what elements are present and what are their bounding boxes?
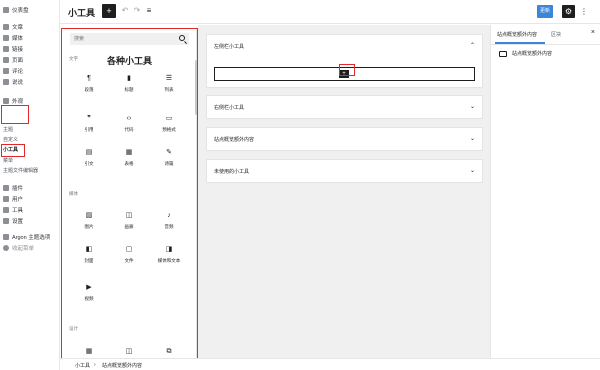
menu-dashboard[interactable]: 仪表盘	[3, 5, 29, 15]
menu-tools[interactable]: 工具	[3, 205, 23, 215]
widget-area-right-sidebar[interactable]: 右侧栏小工具 ⌄	[206, 95, 483, 119]
settings-sidebar: 站点概览额外内容 区块 × 站点概览额外内容	[490, 25, 600, 358]
admin-sidebar: 仪表盘 文章 媒体 链接 页面 评论 说说 外观 主题 自定义 小工具 菜单 主…	[0, 0, 60, 370]
submenu-customize[interactable]: 自定义	[3, 136, 18, 144]
tab-widget-area[interactable]: 站点概览额外内容	[497, 31, 537, 38]
tab-block[interactable]: 区块	[551, 31, 561, 38]
menu-comments[interactable]: 评论	[3, 66, 23, 76]
breadcrumb-current[interactable]: 站点概览额外内容	[102, 362, 142, 369]
widget-area-site-overview[interactable]: 站点概览额外内容 ⌄	[206, 127, 483, 151]
block-inserter-toggle[interactable]: +	[102, 4, 116, 18]
list-view-icon[interactable]: ≡	[144, 6, 154, 16]
dashboard-icon	[3, 7, 9, 13]
update-button[interactable]: 更新	[537, 5, 553, 18]
menu-talk[interactable]: 说说	[3, 77, 23, 87]
breadcrumb-separator: ›	[94, 362, 96, 368]
gear-icon	[3, 234, 9, 240]
wrench-icon	[3, 207, 9, 213]
menu-pages[interactable]: 页面	[3, 55, 23, 65]
menu-links[interactable]: 链接	[3, 44, 23, 54]
chevron-down-icon[interactable]: ⌄	[470, 103, 475, 110]
link-icon	[3, 46, 9, 52]
widget-area-title: 站点概览额外内容	[214, 137, 255, 143]
block-card: 站点概览额外内容	[499, 50, 552, 57]
chevron-up-icon[interactable]: ⌃	[470, 42, 475, 49]
submenu-menus[interactable]: 菜单	[3, 157, 13, 165]
widget-area-icon	[499, 50, 507, 57]
menu-collapse[interactable]: 收起菜单	[3, 243, 34, 253]
menu-media[interactable]: 媒体	[3, 33, 23, 43]
more-options-icon[interactable]: ⋮	[580, 5, 588, 18]
page-title: 小工具	[68, 8, 96, 18]
widget-area-left-sidebar[interactable]: 左侧栏小工具 ⌃ +	[206, 34, 483, 88]
highlight-appearance	[1, 105, 29, 124]
plugin-icon	[3, 185, 9, 191]
widget-area-title: 右侧栏小工具	[214, 105, 245, 111]
brush-icon	[3, 98, 9, 104]
menu-settings[interactable]: 设置	[3, 216, 23, 226]
divider	[491, 44, 600, 45]
redo-icon[interactable]: ↷	[132, 6, 142, 16]
close-icon[interactable]: ×	[591, 29, 595, 36]
highlight-widgets	[1, 144, 25, 157]
submenu-theme-file-editor[interactable]: 主题文件编辑器	[3, 167, 38, 175]
chevron-down-icon[interactable]: ⌄	[470, 167, 475, 174]
widget-areas-canvas: 左侧栏小工具 ⌃ + 右侧栏小工具 ⌄ 站点概览额外内容 ⌄ 未使用的小工具 ⌄	[198, 25, 490, 358]
breadcrumb: 小工具 › 站点概览额外内容	[60, 358, 600, 370]
pages-icon	[3, 57, 9, 63]
widget-area-title: 左侧栏小工具	[214, 44, 245, 50]
menu-users[interactable]: 用户	[3, 194, 23, 204]
highlight-inserter	[61, 28, 198, 370]
settings-toggle-icon[interactable]: ⚙	[562, 5, 575, 18]
undo-icon[interactable]: ↶	[120, 6, 130, 16]
media-icon	[3, 35, 9, 41]
pin-icon	[3, 24, 9, 30]
editor-toolbar: 小工具 + ↶ ↷ ≡ 更新 ⚙ ⋮	[60, 0, 600, 24]
widget-area-title: 未使用的小工具	[214, 169, 250, 175]
user-icon	[3, 196, 9, 202]
chevron-down-icon[interactable]: ⌄	[470, 135, 475, 142]
highlight-add-block	[339, 64, 355, 76]
comment-icon	[3, 68, 9, 74]
block-card-title: 站点概览额外内容	[512, 51, 553, 57]
menu-argon-options[interactable]: Argon 主题选项	[3, 232, 50, 242]
widget-area-inactive[interactable]: 未使用的小工具 ⌄	[206, 159, 483, 183]
menu-plugins[interactable]: 插件	[3, 183, 23, 193]
breadcrumb-root[interactable]: 小工具	[75, 362, 90, 369]
settings-icon	[3, 218, 9, 224]
submenu-themes[interactable]: 主题	[3, 126, 13, 134]
menu-posts[interactable]: 文章	[3, 22, 23, 32]
collapse-icon	[3, 245, 9, 251]
quote-icon	[3, 79, 9, 85]
